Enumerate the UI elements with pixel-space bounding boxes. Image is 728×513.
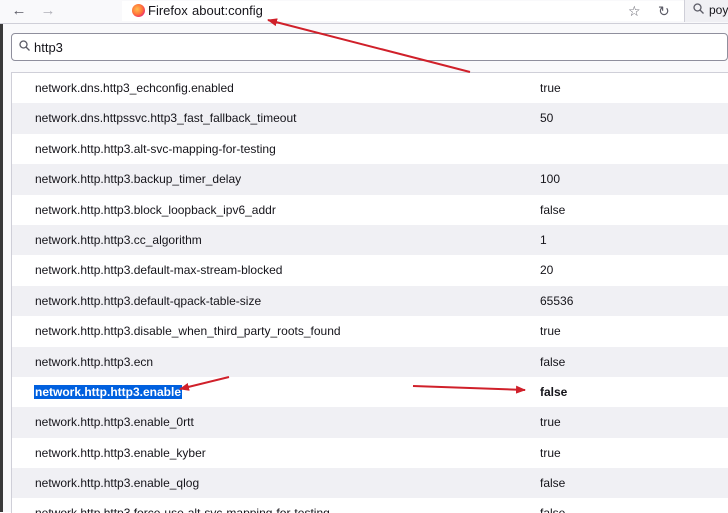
pref-row[interactable]: network.dns.httpssvc.http3_fast_fallback…: [12, 103, 728, 134]
search-box[interactable]: poy: [684, 0, 728, 22]
pref-value[interactable]: true: [540, 81, 561, 95]
pref-row[interactable]: network.http.http3.alt-svc-mapping-for-t…: [12, 133, 728, 165]
pref-value[interactable]: false: [540, 506, 565, 513]
pref-row[interactable]: network.http.http3.disable_when_third_pa…: [12, 316, 728, 347]
pref-value[interactable]: false: [540, 476, 565, 490]
pref-value[interactable]: false: [540, 203, 565, 217]
pref-name: network.http.http3.alt-svc-mapping-for-t…: [35, 141, 276, 156]
pref-name: network.dns.http3_echconfig.enabled: [35, 81, 234, 95]
pref-name: network.http.http3.block_loopback_ipv6_a…: [35, 202, 276, 217]
pref-value[interactable]: false: [540, 385, 567, 399]
search-icon: [693, 2, 704, 17]
search-input[interactable]: [34, 37, 434, 57]
pref-row[interactable]: network.http.http3.enable false: [12, 376, 728, 408]
pref-row[interactable]: network.http.http3.ecn false: [12, 346, 728, 377]
back-arrow-icon[interactable]: ←: [10, 2, 28, 20]
forward-arrow-icon[interactable]: →: [39, 2, 57, 20]
search-text[interactable]: poy: [709, 3, 728, 17]
pref-row[interactable]: network.http.http3.block_loopback_ipv6_a…: [12, 194, 728, 225]
pref-value[interactable]: true: [540, 446, 561, 460]
pref-name: network.http.http3.default-qpack-table-s…: [35, 293, 262, 308]
pref-row[interactable]: network.http.http3.backup_timer_delay 100: [12, 164, 728, 195]
browser-name: Firefox: [148, 3, 188, 18]
pref-name: network.http.http3.enable: [34, 384, 183, 399]
pref-name: network.dns.httpssvc.http3_fast_fallback…: [35, 111, 297, 126]
pref-row[interactable]: network.http.http3.default-max-stream-bl…: [12, 255, 728, 286]
pref-row[interactable]: network.http.http3.enable_qlog false: [12, 468, 728, 499]
pref-name: network.http.http3.default-max-stream-bl…: [35, 263, 283, 278]
bookmark-star-icon[interactable]: ☆: [628, 2, 641, 20]
pref-value[interactable]: true: [540, 324, 561, 338]
pref-name: network.http.http3.force-use-alt-svc-map…: [35, 506, 330, 513]
firefox-logo-icon: [132, 4, 145, 17]
browser-toolbar: ← → Firefox about:config ☆ ↻ poy: [0, 0, 728, 24]
reload-icon[interactable]: ↻: [658, 2, 670, 20]
pref-row[interactable]: network.http.http3.force-use-alt-svc-map…: [12, 498, 728, 513]
pref-table: network.dns.http3_echconfig.enabled true n…: [11, 72, 728, 513]
pref-name: network.http.http3.cc_algorithm: [35, 232, 202, 247]
pref-name: network.http.http3.enable_kyber: [35, 445, 206, 460]
pref-row[interactable]: network.http.http3.enable_kyber true: [12, 437, 728, 469]
pref-name: network.http.http3.enable_0rtt: [35, 415, 194, 430]
pref-name: network.http.http3.enable_qlog: [35, 476, 200, 491]
pref-value[interactable]: 65536: [540, 294, 573, 308]
pref-value[interactable]: 100: [540, 172, 560, 186]
search-icon: [19, 39, 30, 54]
pref-value[interactable]: true: [540, 415, 561, 429]
pref-filter[interactable]: [11, 33, 728, 61]
pref-row[interactable]: network.http.http3.enable_0rtt true: [12, 407, 728, 438]
url-text[interactable]: about:config: [192, 3, 263, 18]
pref-value[interactable]: 50: [540, 111, 553, 125]
pref-name: network.http.http3.ecn: [35, 354, 154, 369]
pref-name: network.http.http3.disable_when_third_pa…: [35, 324, 341, 339]
pref-value[interactable]: false: [540, 355, 565, 369]
pref-value[interactable]: 1: [540, 233, 547, 247]
about-config-page: network.dns.http3_echconfig.enabledtruen…: [3, 24, 728, 513]
pref-value[interactable]: 20: [540, 263, 553, 277]
pref-name: network.http.http3.backup_timer_delay: [35, 172, 242, 187]
pref-row[interactable]: network.dns.http3_echconfig.enabled true: [12, 73, 728, 104]
url-bar[interactable]: Firefox about:config ☆ ↻: [122, 1, 728, 21]
pref-row[interactable]: network.http.http3.cc_algorithm 1: [12, 224, 728, 256]
pref-row[interactable]: network.http.http3.default-qpack-table-s…: [12, 285, 728, 317]
